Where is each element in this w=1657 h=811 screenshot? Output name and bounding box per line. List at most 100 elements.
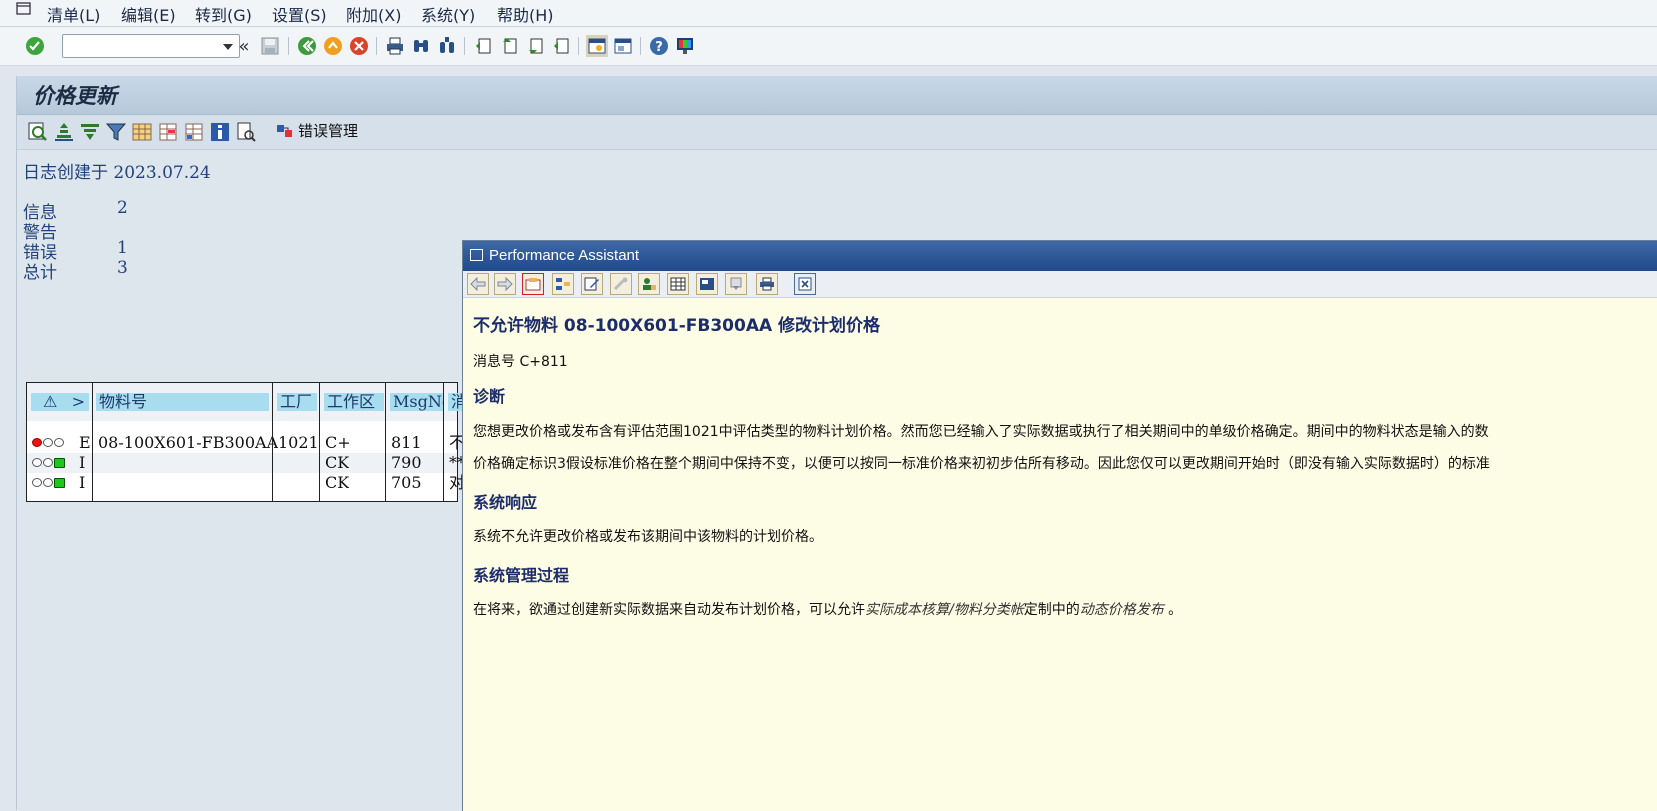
cell-plant: 1021 <box>278 433 319 452</box>
download-icon[interactable] <box>725 273 747 295</box>
stat-info-value: 2 <box>117 198 128 218</box>
stat-error-value: 1 <box>117 238 128 258</box>
menu-extras[interactable]: 附加(X) <box>346 2 401 26</box>
cell-area: CK <box>325 473 350 492</box>
shortcut-icon[interactable] <box>612 35 634 57</box>
standard-toolbar: « ? <box>0 27 1657 66</box>
message-heading: 不允许物料 08-100X601-FB300AA 修改计划价格 <box>473 316 881 336</box>
total-icon[interactable] <box>131 121 153 143</box>
info-icon[interactable] <box>209 121 231 143</box>
tools-icon[interactable] <box>610 273 632 295</box>
assistant-title-bar[interactable]: Performance Assistant <box>463 241 1657 271</box>
svg-text:?: ? <box>655 40 663 55</box>
message-number: 消息号 C+811 <box>473 354 568 370</box>
find-icon[interactable] <box>410 35 432 57</box>
column-header-area[interactable]: 工作区 <box>324 393 384 411</box>
cell-msgno: 790 <box>391 453 422 472</box>
performance-assistant-window: Performance Assistant 不允许物料 08-100X601-F… <box>462 240 1657 811</box>
user-settings-icon[interactable] <box>638 273 660 295</box>
print-icon[interactable] <box>384 35 406 57</box>
cell-type: E <box>79 433 91 452</box>
chevron-down-icon[interactable] <box>223 44 233 50</box>
close-icon[interactable] <box>794 273 816 295</box>
change-layout-icon[interactable] <box>157 121 179 143</box>
application-toolbar: 错误管理 <box>17 115 1657 150</box>
table-view-icon[interactable] <box>667 273 689 295</box>
command-field[interactable] <box>62 34 240 58</box>
diagnosis-paragraph-1: 您想更改价格或发布含有评估范围1021中评估类型的物料计划价格。然而您已经输入了… <box>473 424 1489 440</box>
chevron-right-icon: > <box>71 393 85 411</box>
previous-page-icon[interactable] <box>498 35 520 57</box>
select-layout-icon[interactable] <box>183 121 205 143</box>
enter-check-icon[interactable] <box>24 35 46 57</box>
create-session-icon[interactable] <box>586 35 608 57</box>
column-header-msgno[interactable]: MsgNo <box>390 393 444 411</box>
window-menu-icon[interactable] <box>14 0 34 18</box>
next-page-icon[interactable] <box>524 35 546 57</box>
cell-type: I <box>79 453 86 472</box>
find-next-icon[interactable] <box>436 35 458 57</box>
column-header-plant[interactable]: 工厂 <box>277 393 317 411</box>
log-created-date: 日志创建于 2023.07.24 <box>23 163 211 183</box>
cancel-icon[interactable] <box>348 35 370 57</box>
sort-ascending-icon[interactable] <box>53 121 75 143</box>
layout-icon[interactable] <box>696 273 718 295</box>
arrow-right-icon[interactable] <box>494 273 516 295</box>
stat-total-value: 3 <box>117 258 128 278</box>
column-header-material[interactable]: 物料号 <box>96 393 269 411</box>
details-icon[interactable] <box>27 121 49 143</box>
link-dynamic-price-release[interactable]: 动态价格发布 <box>1080 602 1164 618</box>
section-procedure-title: 系统管理过程 <box>473 566 570 585</box>
assistant-title: Performance Assistant <box>489 247 640 264</box>
cell-area: C+ <box>325 433 351 452</box>
message-grid[interactable]: ⚠ > 物料号 工厂 工作区 MsgNo 消 E 08-100X601-FB30… <box>26 382 468 502</box>
link-actual-costing[interactable]: 实际成本核算/物料分类帐 <box>865 602 1024 618</box>
command-input[interactable] <box>67 36 217 58</box>
menu-settings[interactable]: 设置(S) <box>272 2 327 26</box>
customize-layout-icon[interactable] <box>674 35 696 57</box>
error-management-label: 错误管理 <box>298 122 359 140</box>
last-page-icon[interactable] <box>550 35 572 57</box>
error-management-icon <box>277 124 292 137</box>
procedure-text-prefix: 在将来，欲通过创建新实际数据来自动发布计划价格，可以允许 <box>473 602 865 618</box>
menu-list[interactable]: 清单(L) <box>47 2 100 26</box>
save-icon[interactable] <box>259 35 281 57</box>
edit-icon[interactable] <box>581 273 603 295</box>
section-response-title: 系统响应 <box>473 493 538 512</box>
menu-goto[interactable]: 转到(G) <box>195 2 252 26</box>
technical-info-icon[interactable] <box>522 273 544 295</box>
diagnosis-paragraph-2: 价格确定标识3假设标准价格在整个期间中保持不变，以便可以按同一标准价格来初初步估… <box>473 456 1490 472</box>
cell-type: I <box>79 473 86 492</box>
cell-material: 08-100X601-FB300AA <box>98 433 279 452</box>
assistant-toolbar <box>463 271 1657 298</box>
procedure-text-mid: 定制中的 <box>1023 602 1080 618</box>
menu-help[interactable]: 帮助(H) <box>497 2 554 26</box>
print-icon[interactable] <box>756 273 778 295</box>
menu-system[interactable]: 系统(Y) <box>421 2 475 26</box>
back-icon[interactable] <box>296 35 318 57</box>
traffic-light-icon <box>32 478 65 488</box>
document-search-icon[interactable] <box>235 121 257 143</box>
first-page-icon[interactable] <box>472 35 494 57</box>
error-management-button[interactable]: 错误管理 <box>275 120 358 141</box>
history-back-icon[interactable]: « <box>233 35 255 57</box>
procedure-paragraph: 在将来，欲通过创建新实际数据来自动发布计划价格，可以允许实际成本核算/物料分类帐… <box>473 599 1182 619</box>
page-title: 价格更新 <box>33 83 117 108</box>
cell-area: CK <box>325 453 350 472</box>
sort-descending-icon[interactable] <box>79 121 101 143</box>
filter-icon[interactable] <box>105 121 127 143</box>
arrow-left-icon[interactable] <box>467 273 489 295</box>
exit-icon[interactable] <box>322 35 344 57</box>
traffic-light-icon <box>32 458 65 468</box>
section-diagnosis-title: 诊断 <box>473 387 506 406</box>
cell-msgno: 811 <box>391 433 422 452</box>
stat-total-label: 总计 <box>23 263 57 283</box>
menu-edit[interactable]: 编辑(E) <box>121 2 176 26</box>
structure-icon[interactable] <box>552 273 574 295</box>
warning-icon: ⚠ <box>43 393 58 411</box>
procedure-text-suffix: 。 <box>1163 602 1183 618</box>
cell-msgno: 705 <box>391 473 422 492</box>
column-header-status[interactable]: ⚠ > <box>31 393 89 411</box>
help-icon[interactable]: ? <box>648 35 670 57</box>
menu-bar: 清单(L) 编辑(E) 转到(G) 设置(S) 附加(X) 系统(Y) 帮助(H… <box>0 0 1657 27</box>
